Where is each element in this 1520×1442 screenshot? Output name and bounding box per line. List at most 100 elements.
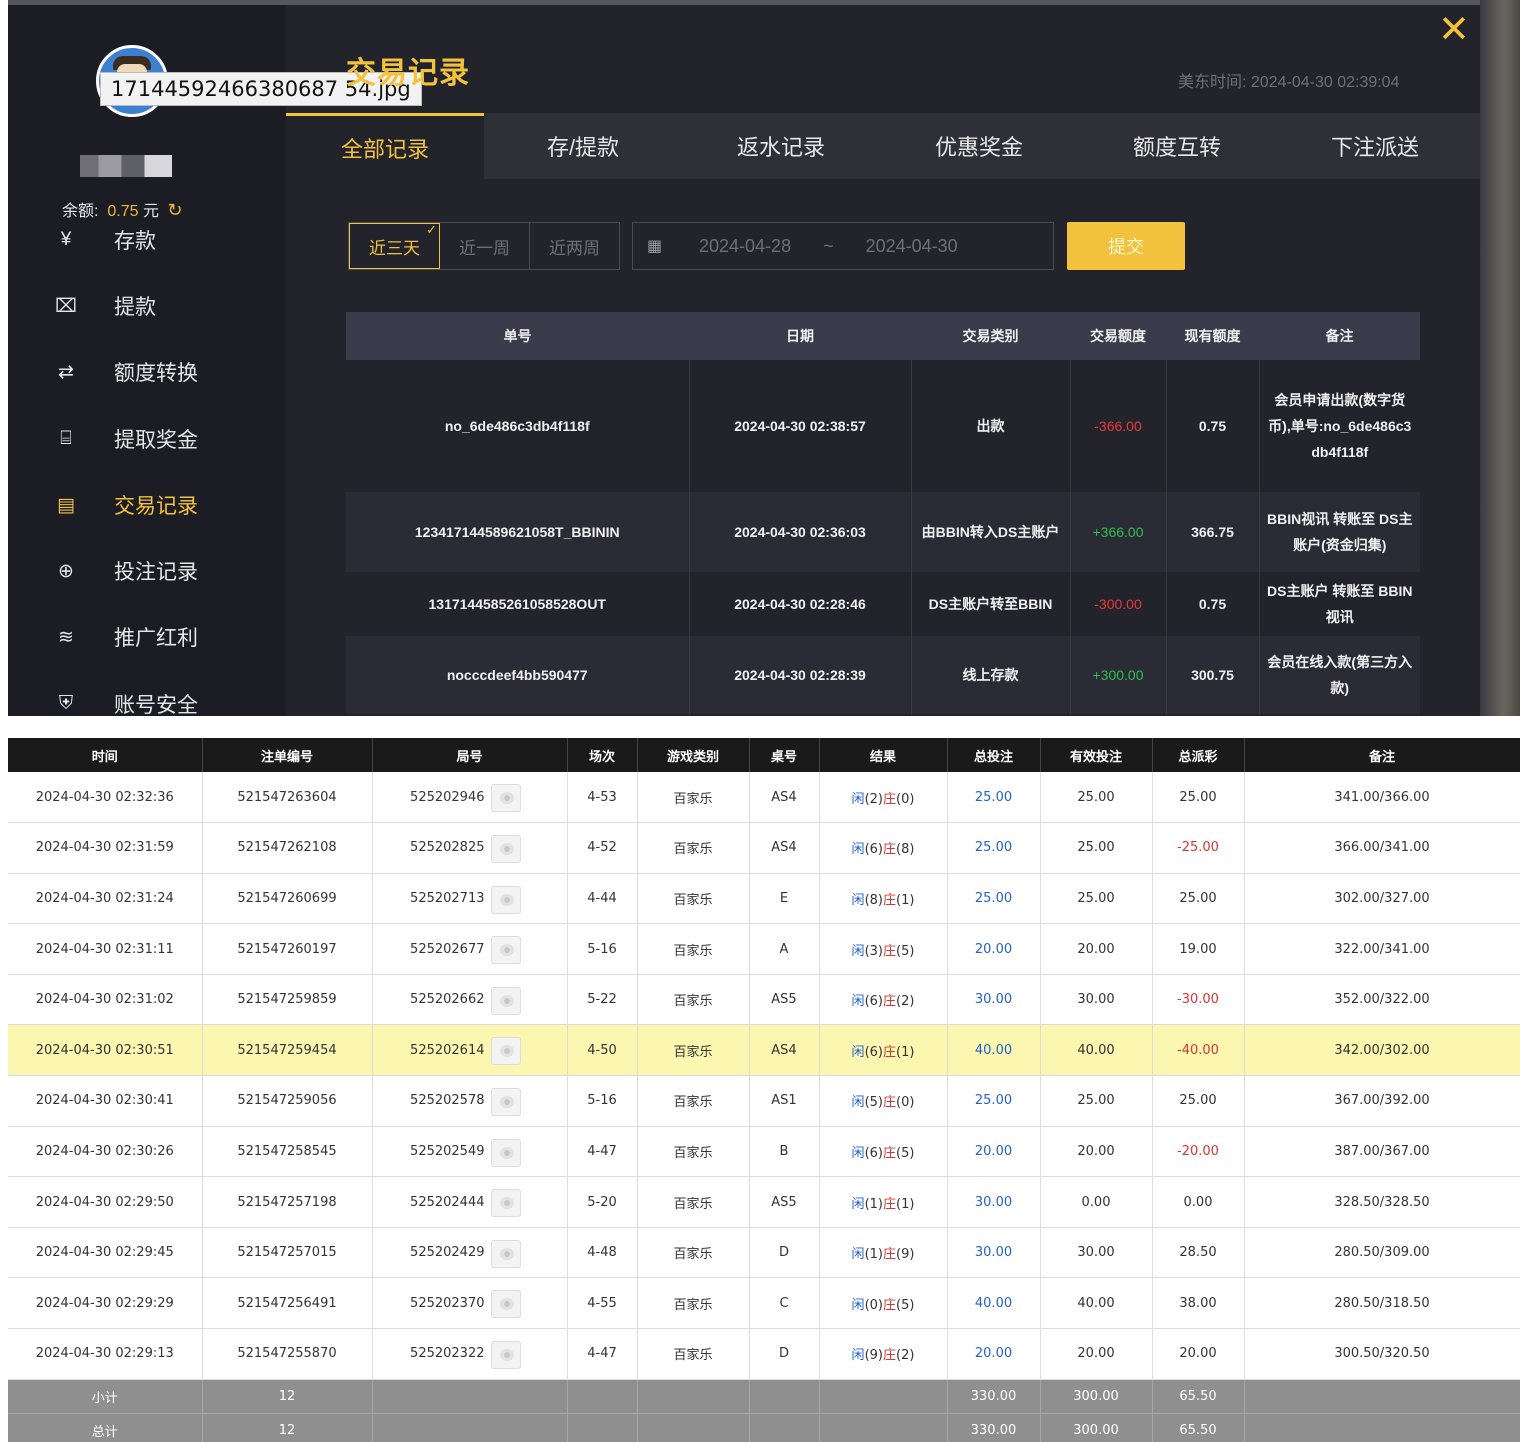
bet-time: 2024-04-30 02:32:36: [8, 772, 203, 824]
replay-video-icon[interactable]: [490, 1341, 521, 1370]
replay-video-icon[interactable]: [490, 1239, 521, 1268]
result[interactable]: 闲(6)庄(2): [819, 974, 948, 1026]
replay-video-icon[interactable]: [490, 1138, 521, 1167]
replay-video-icon[interactable]: [490, 1189, 521, 1218]
player-score: 6: [869, 1044, 878, 1060]
replay-video-icon[interactable]: [490, 1037, 521, 1066]
tab-1[interactable]: 存/提款: [484, 113, 682, 179]
sidebar-item-6[interactable]: ≋ 推广红利: [52, 619, 198, 655]
grand_total-payout: 65.50: [1152, 1413, 1245, 1442]
sidebar-item-4[interactable]: ▤ 交易记录: [52, 487, 198, 523]
banker-label: 庄: [883, 791, 897, 807]
txn-balance: 0.75: [1166, 360, 1260, 492]
refresh-icon[interactable]: ↻: [167, 200, 182, 220]
table-row[interactable]: 2024-04-30 02:31:02 521547259859 525202662…: [8, 974, 1520, 1026]
date-to[interactable]: 2024-04-30: [866, 236, 958, 257]
banker-label: 庄: [883, 943, 897, 959]
table-row[interactable]: 2024-04-30 02:32:36 521547263604 525202946…: [8, 772, 1520, 824]
table-row[interactable]: 2024-04-30 02:30:26 521547258545 525202549…: [8, 1126, 1520, 1178]
round-number: 525202662: [410, 992, 485, 1008]
sidebar-item-7[interactable]: ⛨ 账号安全: [52, 686, 198, 716]
player-label: 闲: [851, 994, 865, 1010]
range-2-weeks[interactable]: 近两周: [530, 223, 619, 269]
banker-score: 9: [901, 1247, 910, 1263]
result[interactable]: 闲(6)庄(1): [819, 1024, 948, 1077]
range-3-days-label: 近三天: [369, 238, 420, 258]
bet-time: 2024-04-30 02:29:13: [8, 1328, 203, 1380]
payout: -40.00: [1152, 1024, 1245, 1077]
table-row[interactable]: 2024-04-30 02:29:45 521547257015 525202429…: [8, 1227, 1520, 1279]
tab-3[interactable]: 优惠奖金: [880, 113, 1078, 179]
range-3-days[interactable]: 近三天 ✓: [349, 222, 440, 269]
total-bet: 25.00: [947, 822, 1041, 874]
subtotal-label: 小计: [8, 1379, 203, 1414]
total-bet: 25.00: [947, 772, 1041, 824]
bet-number: 521547263604: [202, 772, 373, 824]
result[interactable]: 闲(1)庄(9): [819, 1227, 948, 1279]
result[interactable]: 闲(3)庄(5): [819, 923, 948, 975]
result[interactable]: 闲(6)庄(5): [819, 1126, 948, 1178]
table-row[interactable]: 2024-04-30 02:29:50 521547257198 525202444…: [8, 1176, 1520, 1228]
page-title: 交易记录: [346, 57, 470, 90]
replay-video-icon[interactable]: [490, 784, 521, 812]
replay-video-icon[interactable]: [490, 1088, 521, 1117]
banker-score: 5: [901, 943, 910, 959]
sidebar-item-1[interactable]: ⌧ 提款: [52, 288, 156, 324]
tab-2[interactable]: 返水记录: [682, 113, 880, 179]
payout: 0.00: [1152, 1176, 1245, 1228]
table-number: D: [749, 1328, 820, 1380]
banker-label: 庄: [883, 892, 897, 908]
replay-video-icon[interactable]: [490, 835, 521, 864]
sidebar-item-2[interactable]: ⇄ 额度转换: [52, 354, 198, 390]
valid-bet: 30.00: [1040, 1227, 1153, 1279]
tab-5[interactable]: 下注派送: [1276, 113, 1474, 179]
sidebar-item-5[interactable]: ⊕ 投注记录: [52, 553, 198, 589]
round-number: 525202322: [410, 1346, 485, 1362]
balance-change: 367.00/392.00: [1244, 1075, 1520, 1127]
result[interactable]: 闲(8)庄(1): [819, 873, 948, 925]
date-from[interactable]: 2024-04-28: [699, 236, 791, 257]
yen-circle-icon: ¥: [60, 229, 72, 250]
date-range-input[interactable]: ▦ 2024-04-28 ~ 2024-04-30: [632, 222, 1054, 270]
game-type: 百家乐: [637, 1227, 750, 1279]
replay-video-icon[interactable]: [490, 986, 521, 1015]
txn-amount: +366.00: [1070, 492, 1167, 572]
shoe-number: 4-48: [567, 1227, 638, 1279]
bet-number: 521547256491: [202, 1277, 373, 1330]
result[interactable]: 闲(9)庄(2): [819, 1328, 948, 1380]
result[interactable]: 闲(5)庄(0): [819, 1075, 948, 1127]
game-type: 百家乐: [637, 923, 750, 975]
shoe-number: 4-52: [567, 822, 638, 874]
table-row[interactable]: 2024-04-30 02:31:11 521547260197 525202677…: [8, 923, 1520, 975]
table-row[interactable]: 2024-04-30 02:31:59 521547262108 525202825…: [8, 822, 1520, 874]
balance-change: 352.00/322.00: [1244, 974, 1520, 1026]
payout: 20.00: [1152, 1328, 1245, 1380]
txn-note: DS主账户 转账至 BBIN视讯: [1259, 572, 1420, 636]
banker-score: 2: [901, 994, 910, 1010]
table-row[interactable]: 2024-04-30 02:30:51 521547259454 525202614…: [8, 1024, 1520, 1077]
game-type: 百家乐: [637, 1328, 750, 1380]
result[interactable]: 闲(0)庄(5): [819, 1277, 948, 1330]
result[interactable]: 闲(6)庄(8): [819, 822, 948, 874]
replay-video-icon[interactable]: [490, 885, 521, 914]
payout: 28.50: [1152, 1227, 1245, 1279]
range-1-week[interactable]: 近一周: [440, 223, 530, 269]
tab-0[interactable]: 全部记录: [286, 113, 484, 179]
table-row[interactable]: 2024-04-30 02:30:41 521547259056 525202578…: [8, 1075, 1520, 1127]
submit-button[interactable]: 提交: [1067, 222, 1185, 270]
tab-4[interactable]: 额度互转: [1078, 113, 1276, 179]
replay-video-icon[interactable]: [490, 1290, 521, 1319]
table-row[interactable]: 2024-04-30 02:29:29 521547256491 525202370…: [8, 1277, 1520, 1330]
sidebar-item-0[interactable]: ¥ 存款: [52, 222, 156, 258]
result[interactable]: 闲(1)庄(1): [819, 1176, 948, 1228]
txn-date: 2024-04-30 02:28:46: [689, 572, 912, 636]
replay-video-icon[interactable]: [490, 936, 521, 965]
result[interactable]: 闲(2)庄(0): [819, 772, 948, 824]
sidebar-item-3[interactable]: ⌸ 提取奖金: [52, 421, 198, 457]
banker-label: 庄: [883, 1247, 897, 1263]
payout: -25.00: [1152, 822, 1245, 874]
check-icon: ✓: [426, 222, 437, 237]
table-row[interactable]: 2024-04-30 02:31:24 521547260699 525202713…: [8, 873, 1520, 925]
table-row[interactable]: 2024-04-30 02:29:13 521547255870 525202322…: [8, 1328, 1520, 1380]
close-icon[interactable]: ✕: [1438, 10, 1470, 50]
